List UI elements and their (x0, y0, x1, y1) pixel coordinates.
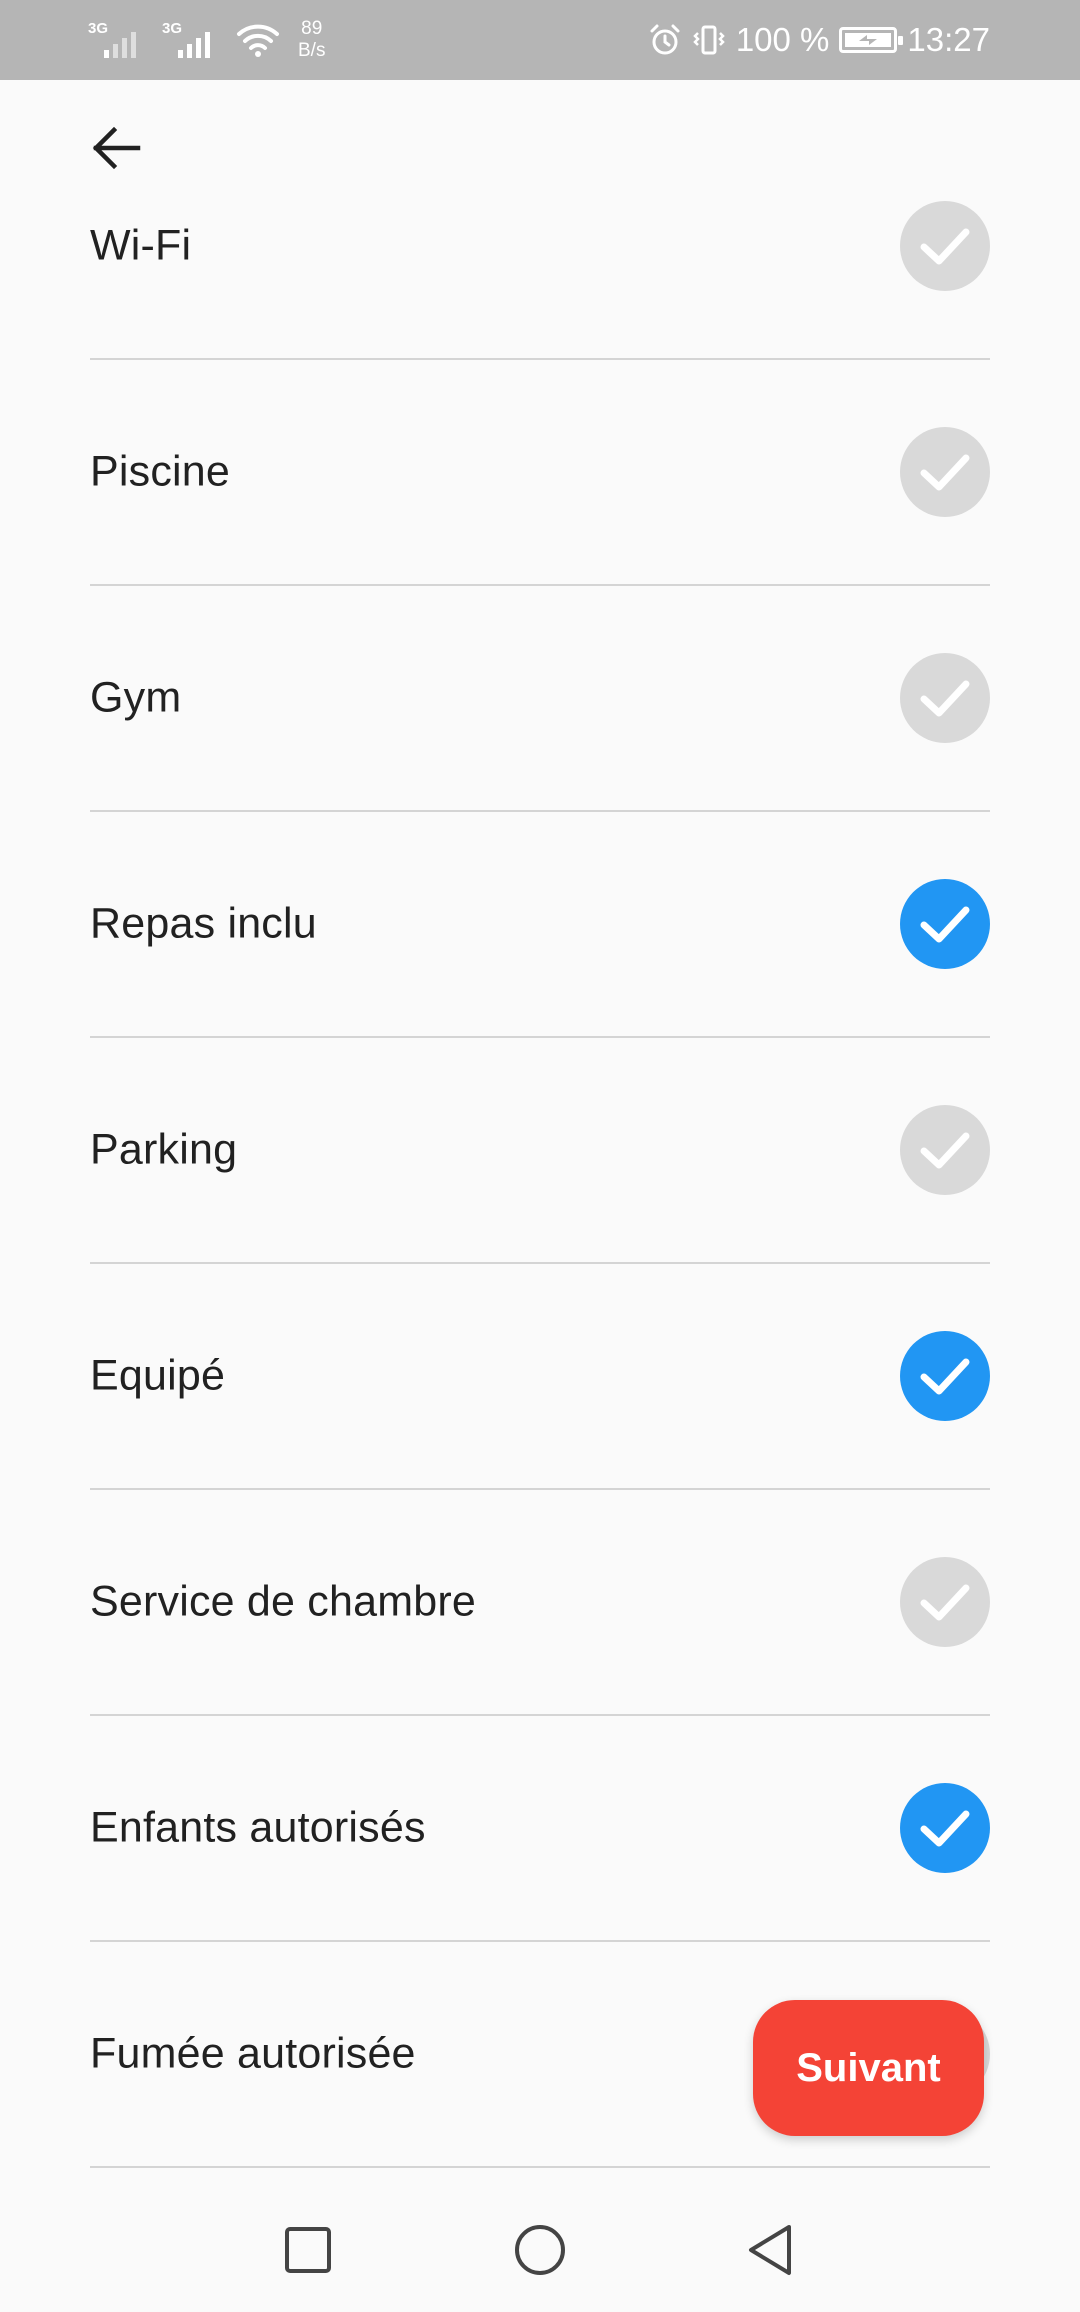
network-speed-value: 89 (301, 18, 323, 39)
square-icon (285, 2227, 331, 2273)
check-icon (920, 1810, 970, 1847)
check-icon (920, 1584, 970, 1621)
checked-toggle[interactable] (900, 1783, 990, 1873)
check-icon (920, 906, 970, 943)
status-bar-left: 3G 3G 89 B/s (88, 14, 325, 66)
signal-sim1-icon: 3G (88, 18, 146, 62)
signal-sim2-icon: 3G (162, 18, 220, 62)
status-bar-right: 100 % 13:27 (648, 14, 990, 66)
home-button[interactable] (500, 2210, 580, 2290)
wifi-icon (237, 24, 279, 57)
check-icon (920, 454, 970, 491)
status-bar: 3G 3G 89 B/s 100 % 13:27 (0, 0, 1080, 80)
checked-toggle[interactable] (900, 879, 990, 969)
amenity-row[interactable]: Equipé (90, 1264, 990, 1490)
amenity-label: Repas inclu (90, 899, 317, 948)
battery-percent: 100 % (735, 21, 830, 58)
unchecked-toggle[interactable] (900, 1557, 990, 1647)
check-icon (920, 1132, 970, 1169)
amenity-row[interactable]: Parking (90, 1038, 990, 1264)
network-speed: 89 B/s (298, 18, 325, 62)
check-icon (920, 680, 970, 717)
amenity-label: Enfants autorisés (90, 1803, 426, 1852)
unchecked-toggle[interactable] (900, 427, 990, 517)
amenity-label: Parking (90, 1125, 238, 1174)
amenity-row[interactable]: Repas inclu (90, 812, 990, 1038)
amenity-row[interactable]: Enfants autorisés (90, 1716, 990, 1942)
amenity-label: Piscine (90, 447, 231, 496)
amenities-list: Wi-Fi Piscine Gym Repas inclu Parking Equipé S… (0, 134, 1080, 2190)
screen: 3G 3G 89 B/s 100 % 13:27 Wi-Fi Piscine G… (0, 0, 1080, 2312)
check-icon (920, 1358, 970, 1395)
checked-toggle[interactable] (900, 1331, 990, 1421)
check-icon (920, 228, 970, 265)
amenity-row[interactable]: Gym (90, 586, 990, 812)
amenity-row[interactable]: Service de chambre (90, 1490, 990, 1716)
navigation-bar (0, 2190, 1080, 2312)
amenity-label: Service de chambre (90, 1577, 477, 1626)
amenity-row[interactable]: Wi-Fi (90, 134, 990, 360)
next-button[interactable]: Suivant (753, 2000, 984, 2136)
battery-icon (839, 27, 904, 53)
amenity-label: Wi-Fi (90, 221, 192, 270)
amenity-row[interactable]: Piscine (90, 360, 990, 586)
triangle-back-icon (749, 2225, 791, 2275)
amenity-label: Equipé (90, 1351, 226, 1400)
alarm-icon (650, 24, 680, 55)
unchecked-toggle[interactable] (900, 201, 990, 291)
circle-icon (515, 2225, 565, 2275)
back-nav-button[interactable] (730, 2210, 810, 2290)
unchecked-toggle[interactable] (900, 1105, 990, 1195)
amenity-label: Fumée autorisée (90, 2029, 416, 2078)
network-speed-unit: B/s (298, 40, 326, 61)
amenity-label: Gym (90, 673, 182, 722)
clock: 13:27 (907, 21, 990, 58)
vibrate-icon (693, 25, 725, 55)
unchecked-toggle[interactable] (900, 653, 990, 743)
recent-apps-button[interactable] (268, 2210, 348, 2290)
